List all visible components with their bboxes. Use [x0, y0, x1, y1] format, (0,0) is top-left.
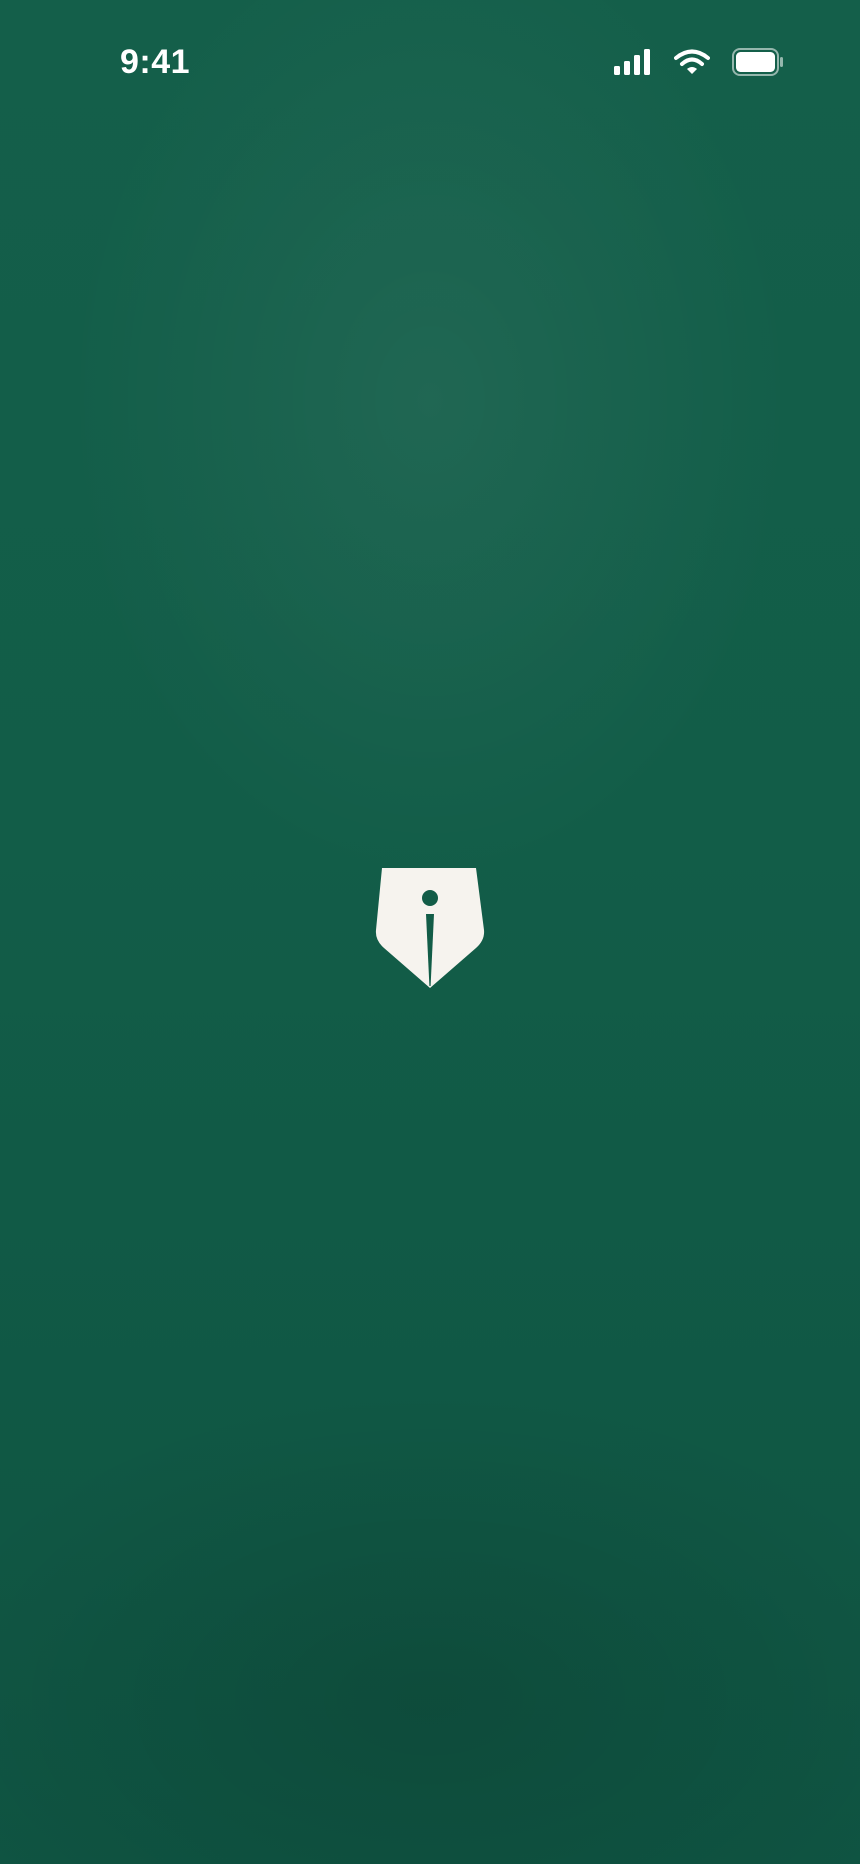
fountain-pen-nib-icon: [370, 868, 490, 1004]
wifi-icon: [674, 49, 710, 75]
status-time: 9:41: [120, 43, 191, 81]
cellular-signal-icon: [614, 49, 652, 75]
status-bar: 9:41: [0, 0, 860, 124]
app-logo: [370, 866, 490, 1000]
status-icons: [614, 46, 784, 78]
battery-icon: [732, 48, 784, 76]
